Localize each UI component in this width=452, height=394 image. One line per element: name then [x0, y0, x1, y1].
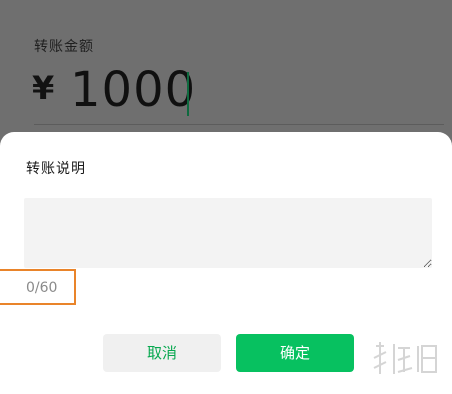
sheet-title: 转账说明	[26, 161, 86, 177]
confirm-button[interactable]: 确定	[236, 334, 354, 372]
text-caret	[187, 72, 189, 116]
char-counter: 0/60	[26, 280, 58, 296]
amount-label: 转账金额	[34, 39, 94, 55]
amount-input[interactable]: 1000	[70, 62, 196, 118]
cancel-button[interactable]: 取消	[103, 334, 221, 372]
note-input[interactable]	[24, 198, 432, 268]
char-counter-highlight: 0/60	[0, 269, 76, 305]
currency-symbol: ¥	[32, 69, 55, 107]
amount-divider	[34, 124, 444, 125]
watermark-logo-icon	[373, 342, 437, 374]
